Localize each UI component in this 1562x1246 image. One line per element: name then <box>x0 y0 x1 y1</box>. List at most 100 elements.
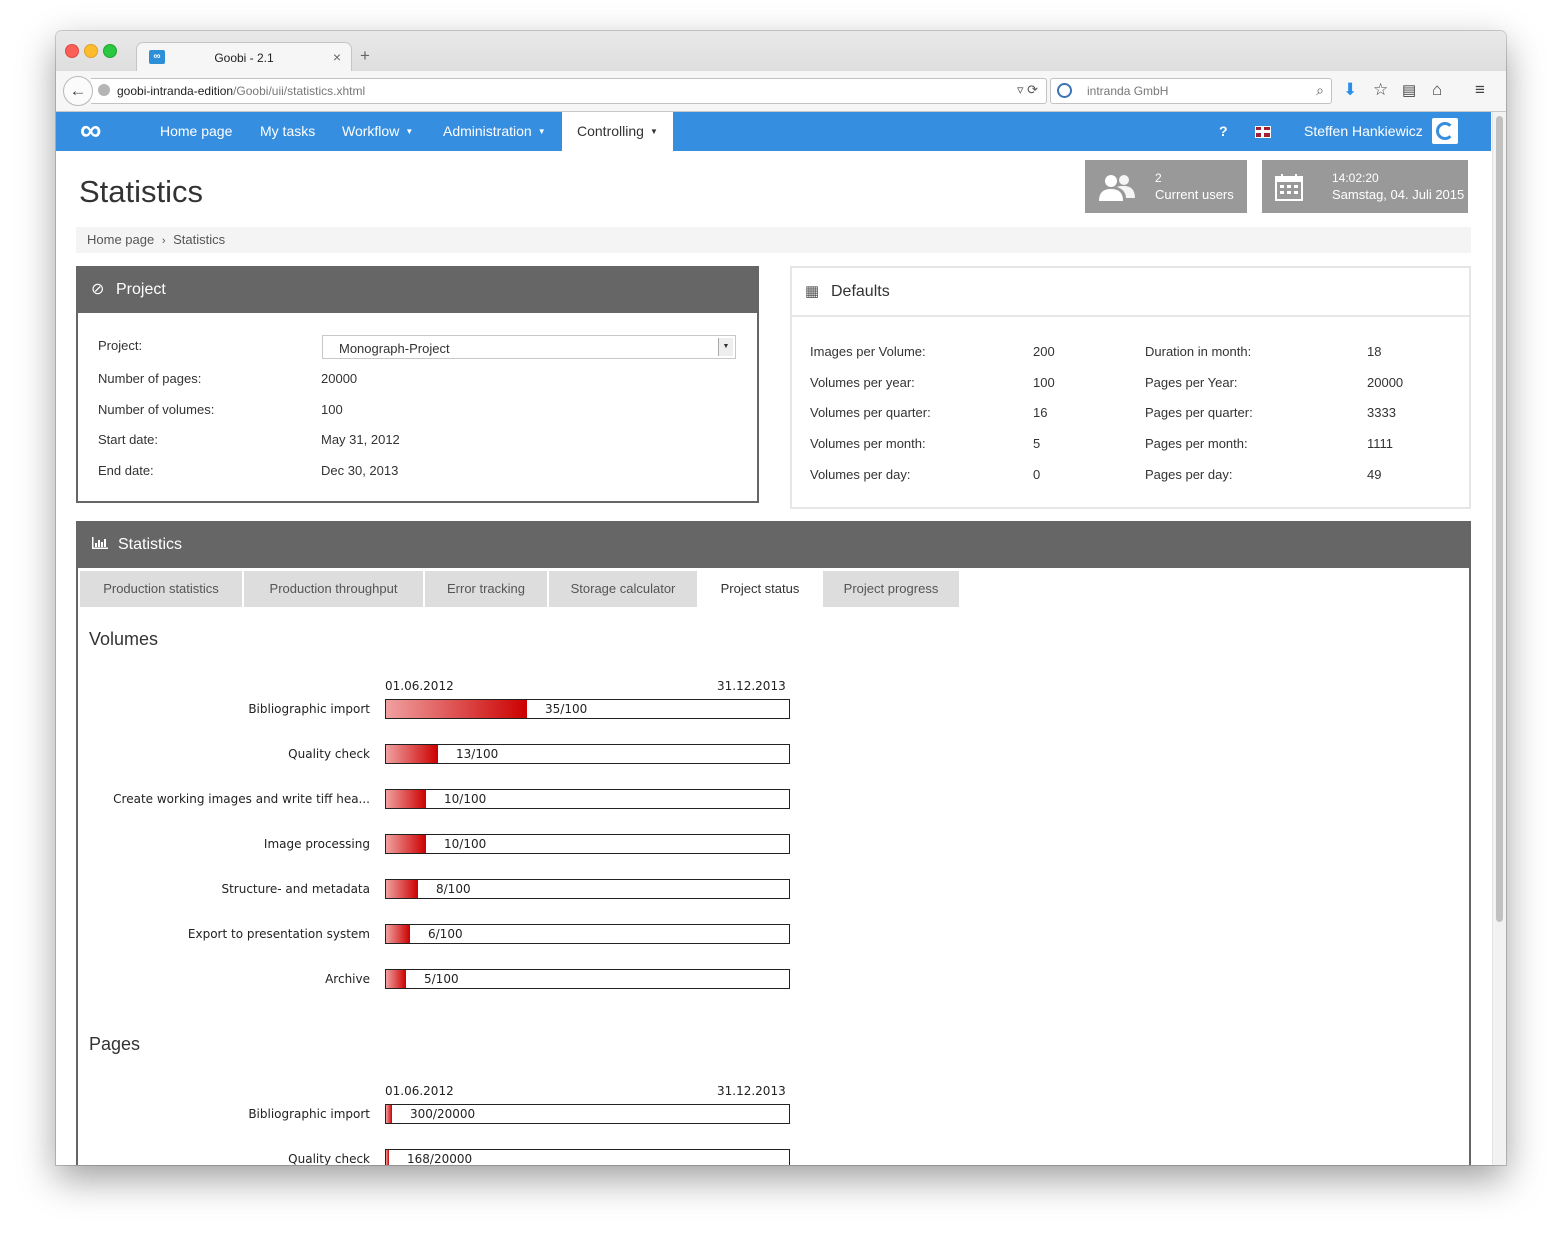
bookmark-star-icon[interactable]: ☆ <box>1373 80 1388 100</box>
tab-storage-calculator[interactable]: Storage calculator <box>549 571 699 607</box>
current-users-box: 2 Current users <box>1085 160 1247 213</box>
progress-bar-text: 10/100 <box>444 837 487 851</box>
project-panel-title: Project <box>116 281 166 298</box>
new-tab-icon[interactable]: + <box>360 46 370 66</box>
progress-bar: 6/100 <box>385 924 790 944</box>
project-label: Project: <box>98 338 143 353</box>
default-value: 49 <box>1367 467 1382 482</box>
search-icon[interactable]: ⌕ <box>1316 82 1324 99</box>
close-tab-icon[interactable]: × <box>333 49 341 65</box>
tab-production-statistics[interactable]: Production statistics <box>80 571 244 607</box>
default-label: Duration in month: <box>1145 344 1252 359</box>
tab-project-progress[interactable]: Project progress <box>823 571 961 607</box>
progress-bar-text: 5/100 <box>424 972 459 986</box>
progress-bar-text: 13/100 <box>456 747 499 761</box>
reading-list-icon[interactable]: ▤ <box>1402 81 1416 99</box>
pages-label: Number of pages: <box>98 371 202 386</box>
progress-bar: 168/20000 <box>385 1149 790 1165</box>
chevron-down-icon[interactable]: ▼ <box>718 338 733 356</box>
volumes-title: Volumes <box>89 629 159 649</box>
globe-icon <box>98 84 110 96</box>
clock-box: 14:02:20 Samstag, 04. Juli 2015 <box>1262 160 1468 213</box>
progress-row-label: Quality check <box>288 1152 370 1165</box>
search-bar[interactable]: intranda GmbH ⌕ <box>1050 78 1332 104</box>
users-label: Current users <box>1155 187 1234 202</box>
progress-bar: 10/100 <box>385 789 790 809</box>
volumes-end-date: 31.12.2013 <box>717 679 786 693</box>
default-value: 20000 <box>1367 375 1404 390</box>
defaults-panel-header: ▦ Defaults <box>792 268 1469 317</box>
default-value: 200 <box>1033 344 1055 359</box>
bar-chart-icon <box>92 521 108 568</box>
home-icon[interactable]: ⌂ <box>1432 80 1442 100</box>
nav-controlling[interactable]: Controlling ▼ <box>562 112 673 151</box>
project-select[interactable]: Monograph-Project ▼ <box>322 335 736 359</box>
progress-bar-fill <box>386 970 406 988</box>
breadcrumb-home[interactable]: Home page <box>87 232 154 247</box>
page-scrollbar[interactable] <box>1492 112 1506 1165</box>
default-label: Pages per day: <box>1145 467 1233 482</box>
default-label: Pages per quarter: <box>1145 405 1253 420</box>
default-label: Volumes per year: <box>810 375 915 390</box>
default-value: 1111 <box>1367 436 1394 451</box>
caret-down-icon: ▼ <box>649 127 658 136</box>
address-bar[interactable]: goobi-intranda-edition/Goobi/uii/statist… <box>91 78 1047 104</box>
default-label: Volumes per quarter: <box>810 405 931 420</box>
progress-bar-text: 10/100 <box>444 792 487 806</box>
progress-row-label: Export to presentation system <box>187 927 370 941</box>
progress-bar-text: 8/100 <box>436 882 471 896</box>
browser-tab[interactable]: ∞ Goobi - 2.1 × <box>136 42 352 73</box>
search-engine-icon[interactable] <box>1057 83 1072 98</box>
avatar[interactable] <box>1432 118 1458 144</box>
tab-production-throughput[interactable]: Production throughput <box>244 571 425 607</box>
progress-bar-fill <box>386 745 438 763</box>
menu-icon[interactable]: ≡ <box>1475 80 1485 100</box>
end-date-value: Dec 30, 2013 <box>321 463 399 478</box>
back-button[interactable]: ← <box>63 76 93 106</box>
clock-time: 14:02:20 <box>1332 171 1379 185</box>
default-value: 100 <box>1033 375 1055 390</box>
scrollbar-thumb[interactable] <box>1496 116 1503 922</box>
browser-toolbar: goobi-intranda-edition/Goobi/uii/statist… <box>56 71 1506 112</box>
uk-flag-icon[interactable] <box>1255 126 1271 138</box>
statistics-panel-header: Statistics <box>76 521 1471 568</box>
progress-row-label: Create working images and write tiff hea… <box>113 792 370 806</box>
tab-project-status[interactable]: Project status <box>699 571 823 607</box>
maximize-window-button[interactable] <box>103 44 117 58</box>
calendar-icon <box>1274 172 1312 202</box>
volumes-label: Number of volumes: <box>98 402 215 417</box>
close-window-button[interactable] <box>65 44 79 58</box>
progress-row-label: Bibliographic import <box>248 1107 370 1121</box>
main-navigation: ∞ Home page My tasks Workflow ▼ Administr… <box>56 112 1491 151</box>
tab-error-tracking[interactable]: Error tracking <box>425 571 549 607</box>
progress-bar-fill <box>386 835 426 853</box>
goobi-logo-icon[interactable]: ∞ <box>80 116 124 146</box>
progress-bar: 35/100 <box>385 699 790 719</box>
download-icon[interactable]: ⬇ <box>1343 80 1357 100</box>
nav-workflow[interactable]: Workflow ▼ <box>342 112 413 151</box>
nav-my-tasks[interactable]: My tasks <box>260 112 315 151</box>
search-text: intranda GmbH <box>1087 84 1169 98</box>
statistics-panel: Statistics Production statistics Product… <box>76 521 1471 1165</box>
tab-title: Goobi - 2.1 <box>214 51 274 65</box>
minimize-window-button[interactable] <box>84 44 98 58</box>
page-title: Statistics <box>79 174 204 209</box>
progress-bar: 8/100 <box>385 879 790 899</box>
help-button[interactable]: ? <box>1219 112 1228 151</box>
progress-bar: 10/100 <box>385 834 790 854</box>
url-text: goobi-intranda-edition/Goobi/uii/statist… <box>117 84 366 98</box>
progress-bar-fill <box>386 880 418 898</box>
nav-home-page[interactable]: Home page <box>160 112 232 151</box>
pages-end-date: 31.12.2013 <box>717 1084 786 1098</box>
progress-bar-fill <box>386 1150 389 1165</box>
default-value: 0 <box>1033 467 1041 482</box>
reload-icon[interactable]: ▿ ⟳ <box>1017 82 1038 98</box>
statistics-panel-title: Statistics <box>118 536 183 553</box>
users-icon <box>1097 172 1135 202</box>
project-panel-header: ⊘ Project <box>76 266 759 313</box>
user-name[interactable]: Steffen Hankiewicz <box>1304 112 1423 151</box>
progress-bar-fill <box>386 790 426 808</box>
default-label: Volumes per day: <box>810 467 911 482</box>
users-count: 2 <box>1155 171 1162 185</box>
nav-administration[interactable]: Administration ▼ <box>443 112 546 151</box>
